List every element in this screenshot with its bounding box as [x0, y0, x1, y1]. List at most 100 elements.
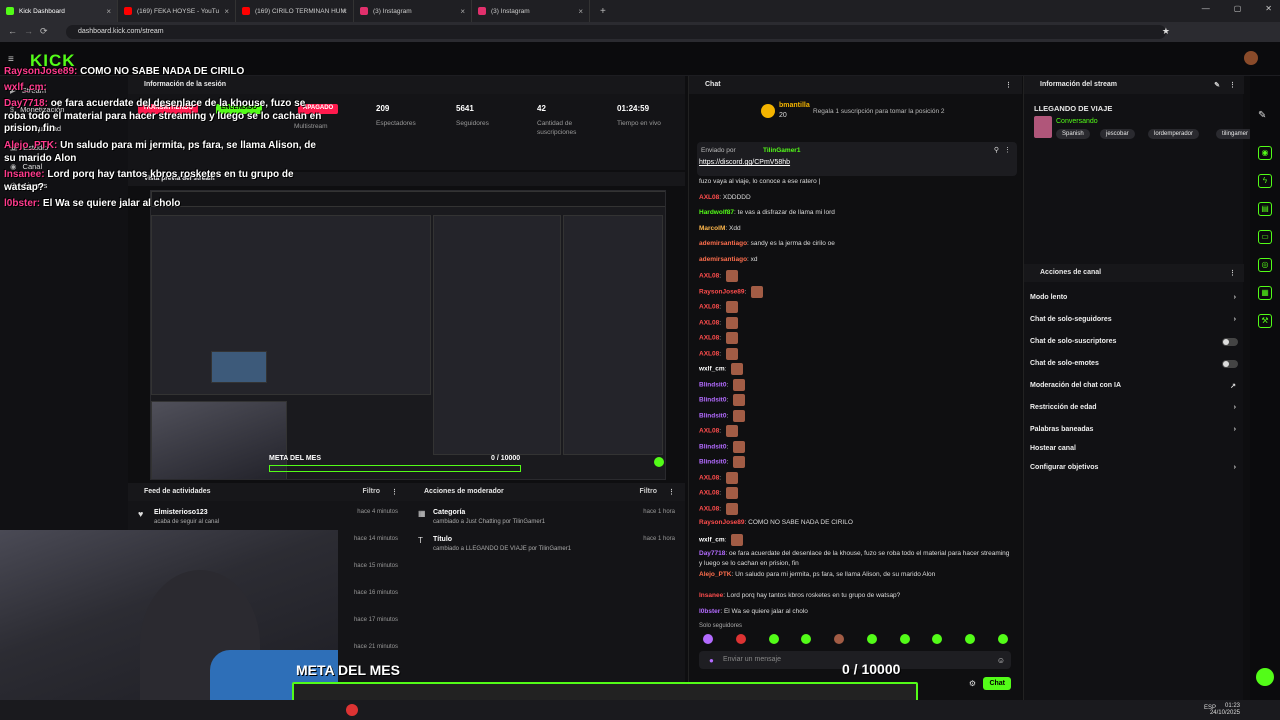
- chat-username[interactable]: MarcoIM: [699, 225, 725, 232]
- stream-preview[interactable]: META DEL MES 0 / 10000: [150, 190, 666, 480]
- channel-actions-more-icon[interactable]: ⋮: [1229, 269, 1236, 277]
- chat-username[interactable]: Insanee: [699, 592, 723, 599]
- stream-tag[interactable]: tilingamer: [1216, 129, 1255, 139]
- channel-action-item[interactable]: Chat de solo-suscriptores: [1030, 338, 1240, 346]
- pinned-more-icon[interactable]: ⋮: [1004, 146, 1011, 154]
- chat-username[interactable]: Day7718: [699, 550, 725, 557]
- tab-close-icon[interactable]: ×: [578, 7, 583, 16]
- chat-username[interactable]: wxlf_cm: [699, 536, 725, 543]
- lightning-icon[interactable]: ϟ: [1258, 174, 1272, 188]
- channel-action-item[interactable]: Modo lento ›: [1030, 294, 1240, 301]
- chat-identity-icon[interactable]: ●: [709, 656, 714, 665]
- chat-username[interactable]: Alejo_PTK: [699, 571, 732, 578]
- chat-username[interactable]: AXL08: [699, 505, 719, 512]
- chat-username[interactable]: RaysonJose89: [699, 288, 745, 295]
- channel-action-item[interactable]: Configurar objetivos ›: [1030, 464, 1240, 471]
- chat-username[interactable]: AXL08: [699, 273, 719, 280]
- forward-icon[interactable]: →: [24, 26, 33, 36]
- quick-emote-icon[interactable]: [703, 634, 713, 644]
- toggle-switch[interactable]: [1222, 360, 1238, 368]
- chat-username[interactable]: AXL08: [699, 304, 719, 311]
- chat-username[interactable]: Blindsit0: [699, 412, 726, 419]
- feed-more-icon[interactable]: ⋮: [391, 488, 398, 496]
- url-input[interactable]: dashboard.kick.com/stream: [66, 25, 1166, 39]
- stream-category[interactable]: Conversando: [1056, 118, 1098, 125]
- wrench-icon[interactable]: ⚒: [1258, 314, 1272, 328]
- channel-action-item[interactable]: Chat de solo-seguidores ›: [1030, 316, 1240, 323]
- mod-filter-button[interactable]: Filtro: [640, 488, 658, 495]
- pinned-user[interactable]: TilinGamer1: [763, 147, 800, 154]
- chat-send-button[interactable]: Chat: [983, 677, 1011, 690]
- channel-action-item[interactable]: Hostear canal: [1030, 445, 1240, 452]
- maximize-icon[interactable]: ▢: [1234, 4, 1242, 13]
- chat-username[interactable]: AXL08: [699, 490, 719, 497]
- channel-action-item[interactable]: Palabras baneadas ›: [1030, 426, 1240, 433]
- quick-emote-icon[interactable]: [834, 634, 845, 644]
- minimize-icon[interactable]: —: [1202, 4, 1210, 13]
- quick-emote-icon[interactable]: [899, 634, 910, 644]
- chat-username[interactable]: AXL08: [699, 194, 719, 201]
- quick-emote-icon[interactable]: [997, 634, 1008, 644]
- chat-username[interactable]: AXL08: [699, 335, 719, 342]
- mod-more-icon[interactable]: ⋮: [668, 488, 675, 496]
- pinned-link[interactable]: https://discord.gg/CPmV58hb: [699, 159, 790, 166]
- edit-icon[interactable]: ✎: [1214, 81, 1220, 89]
- stream-tag[interactable]: jescobar: [1100, 129, 1135, 139]
- stream-info-more-icon[interactable]: ⋮: [1229, 81, 1236, 89]
- document-icon[interactable]: ▤: [1258, 202, 1272, 216]
- chat-username[interactable]: ademirsantiago: [699, 240, 747, 247]
- support-chat-icon[interactable]: [1256, 668, 1274, 686]
- system-clock[interactable]: 01:23 24/10/2025: [1210, 703, 1240, 717]
- menu-icon[interactable]: ≡: [8, 54, 14, 65]
- chat-more-icon[interactable]: ⋮: [1005, 81, 1012, 89]
- channel-action-item[interactable]: Chat de solo-emotes: [1030, 360, 1240, 368]
- chat-username[interactable]: AXL08: [699, 428, 719, 435]
- browser-tab[interactable]: (169) CIRILO TERMINAN HUM ×: [236, 0, 354, 22]
- top-gifter-name[interactable]: bmantilla: [779, 102, 810, 109]
- chat-username[interactable]: Hardwolf87: [699, 209, 734, 216]
- chat-username[interactable]: wxlf_cm: [699, 366, 725, 373]
- emoji-icon[interactable]: ☺: [997, 656, 1005, 665]
- chat-username[interactable]: AXL08: [699, 474, 719, 481]
- quick-emote-icon[interactable]: [866, 634, 877, 644]
- stream-tag[interactable]: lordemperador: [1148, 129, 1200, 139]
- avatar[interactable]: [1244, 51, 1258, 65]
- gift-prompt[interactable]: Regala 1 suscripción para tomar la posic…: [813, 108, 945, 115]
- grid-icon[interactable]: ▦: [1258, 286, 1272, 300]
- chat-bubble-icon[interactable]: ▭: [1258, 230, 1272, 244]
- new-tab-icon[interactable]: +: [600, 6, 606, 17]
- chat-username[interactable]: Blindsit0: [699, 443, 726, 450]
- chat-username[interactable]: l0bster: [699, 608, 720, 615]
- pencil-icon[interactable]: ✎: [1258, 110, 1266, 121]
- chat-username[interactable]: Blindsit0: [699, 381, 726, 388]
- chat-username[interactable]: AXL08: [699, 350, 719, 357]
- list-item[interactable]: T Título cambiado a LLEGANDO DE VIAJE por …: [408, 534, 685, 558]
- channel-action-item[interactable]: Moderación del chat con IA ↗: [1030, 382, 1240, 390]
- close-window-icon[interactable]: ✕: [1265, 4, 1272, 13]
- tab-close-icon[interactable]: ×: [106, 7, 111, 16]
- broadcast-icon[interactable]: ◎: [1258, 258, 1272, 272]
- browser-tab[interactable]: Kick Dashboard ×: [0, 0, 118, 22]
- chat-username[interactable]: ademirsantiago: [699, 256, 747, 263]
- quick-emote-icon[interactable]: [768, 634, 779, 644]
- reload-icon[interactable]: ⟳: [40, 26, 48, 37]
- stream-tag[interactable]: Spanish: [1056, 129, 1090, 139]
- back-icon[interactable]: ←: [8, 26, 17, 36]
- chat-username[interactable]: RaysonJose89: [699, 519, 745, 526]
- feed-filter-button[interactable]: Filtro: [363, 488, 381, 495]
- browser-tab[interactable]: (3) Instagram ×: [472, 0, 590, 22]
- toggle-switch[interactable]: [1222, 338, 1238, 346]
- camera-icon[interactable]: ◉: [1258, 146, 1272, 160]
- app-icon[interactable]: [346, 704, 358, 716]
- tab-close-icon[interactable]: ×: [342, 7, 347, 16]
- quick-emote-icon[interactable]: [735, 634, 746, 644]
- chat-username[interactable]: AXL08: [699, 319, 719, 326]
- pin-icon[interactable]: ⚲: [994, 146, 999, 154]
- chat-username[interactable]: Blindsit0: [699, 397, 726, 404]
- channel-action-item[interactable]: Restricción de edad ›: [1030, 404, 1240, 411]
- quick-emote-icon[interactable]: [965, 634, 976, 644]
- browser-tab[interactable]: (169) FEKA HOYSE - YouTu ×: [118, 0, 236, 22]
- tab-close-icon[interactable]: ×: [460, 7, 465, 16]
- chat-settings-gear-icon[interactable]: ⚙: [969, 679, 976, 688]
- bookmark-star-icon[interactable]: ★: [1162, 26, 1170, 37]
